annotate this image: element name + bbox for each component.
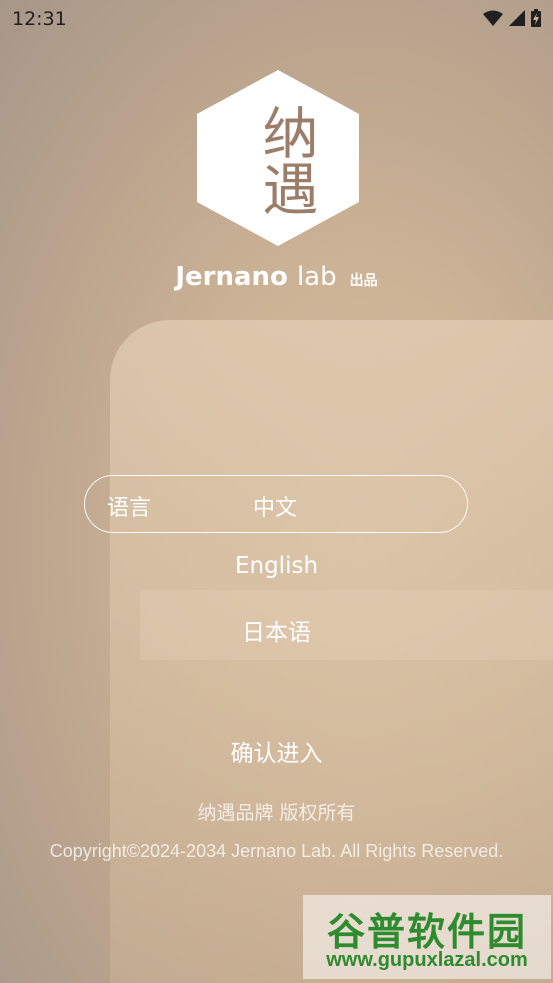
battery-icon [531,9,541,27]
watermark-title: 谷普软件园 [326,910,527,954]
brand-name: Jernano [175,262,288,292]
brand-made-by: 出品 [349,273,378,289]
language-option-english[interactable]: English [0,553,553,579]
wifi-icon [483,10,503,26]
brand-suffix: lab [296,262,337,292]
watermark-url: www.gupuxlazal.com [326,949,528,971]
language-option-japanese[interactable]: 日本语 [0,613,553,647]
status-time: 12:31 [12,8,67,30]
status-icons [483,9,541,27]
language-selector[interactable]: 语言 中文 [84,475,468,533]
copyright-text: Copyright©2024-2034 Jernano Lab. All Rig… [49,841,504,861]
signal-icon [509,10,525,26]
status-bar: 12:31 [0,0,553,36]
logo-text: 纳遇 [253,104,318,216]
confirm-button[interactable]: 确认进入 [0,734,553,768]
language-label: 语言 [107,496,152,521]
brand-line: Jernano lab 出品 [0,262,553,292]
watermark: 谷普软件园 www.gupuxlazal.com [303,895,551,979]
brand-rights: 纳遇品牌 版权所有 [197,802,356,824]
language-selected: 中文 [253,496,298,521]
